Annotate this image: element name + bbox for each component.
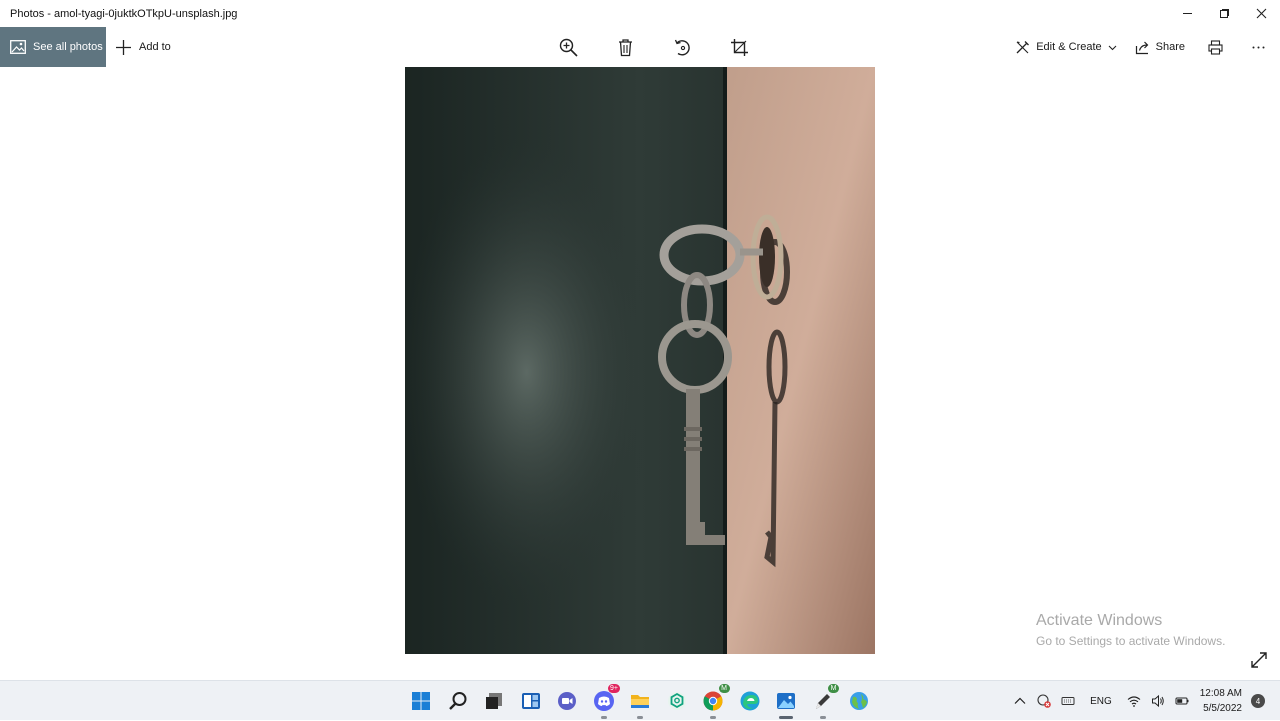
chrome-icon <box>703 691 723 711</box>
search-icon <box>448 692 467 710</box>
windows-logo-icon <box>412 692 431 710</box>
photos-app-icon <box>777 693 796 709</box>
chrome-button[interactable]: M <box>695 681 732 721</box>
zoom-button[interactable] <box>540 27 597 67</box>
edge-button[interactable] <box>732 681 769 721</box>
running-indicator <box>600 716 607 719</box>
minimize-icon <box>1183 13 1192 14</box>
start-button[interactable] <box>403 681 440 721</box>
photos-toolbar: See all photos Add to Edit & Create Shar… <box>0 27 1280 67</box>
more-button[interactable] <box>1237 27 1280 67</box>
pen-profile-badge: M <box>828 684 839 693</box>
task-view-button[interactable] <box>476 681 513 721</box>
pen-tool-button[interactable]: M <box>805 681 842 721</box>
file-explorer-button[interactable] <box>622 681 659 721</box>
running-indicator <box>819 716 826 719</box>
window-controls <box>1169 0 1280 27</box>
task-view-icon <box>486 693 503 709</box>
activate-title: Activate Windows <box>1036 612 1163 629</box>
share-icon <box>1135 41 1148 54</box>
crop-icon <box>731 38 748 56</box>
globe-browser-button[interactable] <box>841 681 878 721</box>
delete-button[interactable] <box>597 27 654 67</box>
security-warning-icon <box>1037 694 1051 708</box>
photo-viewer-image[interactable] <box>405 67 875 654</box>
security-status-button[interactable] <box>1037 694 1051 708</box>
chevron-up-icon <box>1014 697 1026 704</box>
fullscreen-button[interactable] <box>1249 650 1269 670</box>
photos-app-button[interactable] <box>768 681 805 721</box>
edit-create-icon <box>1016 40 1030 53</box>
photos-icon <box>10 40 26 54</box>
folder-icon <box>631 695 650 708</box>
plus-icon <box>116 39 131 55</box>
zoom-in-icon <box>559 38 578 57</box>
pen-icon <box>815 694 830 709</box>
taskbar-apps: 9+ M M <box>403 681 878 721</box>
touch-keyboard-button[interactable] <box>1061 694 1075 708</box>
share-label: Share <box>1155 41 1185 53</box>
print-button[interactable] <box>1194 27 1237 67</box>
active-indicator <box>779 716 793 719</box>
keyboard-icon <box>1061 697 1075 705</box>
more-icon <box>1252 46 1265 48</box>
center-tools <box>540 27 768 67</box>
edit-create-button[interactable]: Edit & Create <box>1006 27 1125 67</box>
widgets-button[interactable] <box>513 681 550 721</box>
window-title: Photos - amol-tyagi-0juktkOTkpU-unsplash… <box>10 7 238 20</box>
key-photo <box>405 67 875 654</box>
discord-button[interactable]: 9+ <box>586 681 623 721</box>
clock-time: 12:08 AM <box>1199 688 1242 699</box>
chrome-profile-badge: M <box>718 684 730 693</box>
right-tools: Edit & Create Share <box>1006 27 1280 67</box>
close-button[interactable] <box>1243 0 1280 27</box>
activate-subtitle: Go to Settings to activate Windows. <box>1036 634 1226 648</box>
expand-icon <box>1251 652 1267 668</box>
discord-icon <box>593 691 614 711</box>
activate-windows-watermark: Activate Windows Go to Settings to activ… <box>1036 612 1225 648</box>
crop-button[interactable] <box>711 27 768 67</box>
clock[interactable]: 12:08 AM 5/5/2022 <box>1200 686 1242 716</box>
speaker-icon <box>1151 694 1164 708</box>
discord-badge: 9+ <box>608 684 620 693</box>
system-tray: ENG 12:08 AM 5/5/2022 4 <box>1008 681 1280 721</box>
rotate-icon <box>674 39 690 56</box>
share-button[interactable]: Share <box>1126 27 1194 67</box>
edge-icon <box>740 691 760 711</box>
rotate-button[interactable] <box>654 27 711 67</box>
print-icon <box>1208 39 1223 55</box>
search-button[interactable] <box>440 681 477 721</box>
running-indicator <box>637 716 643 719</box>
see-all-photos-label: See all photos <box>33 41 103 53</box>
wifi-icon <box>1127 696 1141 707</box>
language-label: ENG <box>1090 695 1112 707</box>
running-indicator <box>710 716 716 719</box>
taskbar: 9+ M M ENG 12:08 AM 5/5/2022 4 <box>0 680 1280 720</box>
widgets-icon <box>521 693 540 709</box>
chevron-down-icon <box>1108 45 1117 50</box>
notifications-badge[interactable]: 4 <box>1251 694 1265 708</box>
edit-create-label: Edit & Create <box>1036 41 1102 53</box>
volume-button[interactable] <box>1151 694 1165 708</box>
title-bar: Photos - amol-tyagi-0juktkOTkpU-unsplash… <box>0 0 1280 27</box>
language-indicator[interactable]: ENG <box>1090 696 1112 707</box>
clock-date: 5/5/2022 <box>1203 703 1242 714</box>
delete-icon <box>619 38 632 56</box>
network-button[interactable] <box>1127 694 1141 708</box>
chatgpt-button[interactable] <box>659 681 696 721</box>
close-icon <box>1256 8 1267 19</box>
minimize-button[interactable] <box>1169 0 1206 27</box>
battery-button[interactable] <box>1175 694 1189 708</box>
battery-icon <box>1175 697 1189 705</box>
chat-button[interactable] <box>549 681 586 721</box>
globe-icon <box>850 692 869 710</box>
add-to-label: Add to <box>139 41 171 53</box>
maximize-icon <box>1220 9 1229 18</box>
show-hidden-icons-button[interactable] <box>1013 694 1027 708</box>
add-to-button[interactable]: Add to <box>115 27 171 67</box>
chat-icon <box>558 692 577 710</box>
see-all-photos-button[interactable]: See all photos <box>0 27 106 67</box>
chatgpt-icon <box>667 692 686 710</box>
maximize-button[interactable] <box>1206 0 1243 27</box>
